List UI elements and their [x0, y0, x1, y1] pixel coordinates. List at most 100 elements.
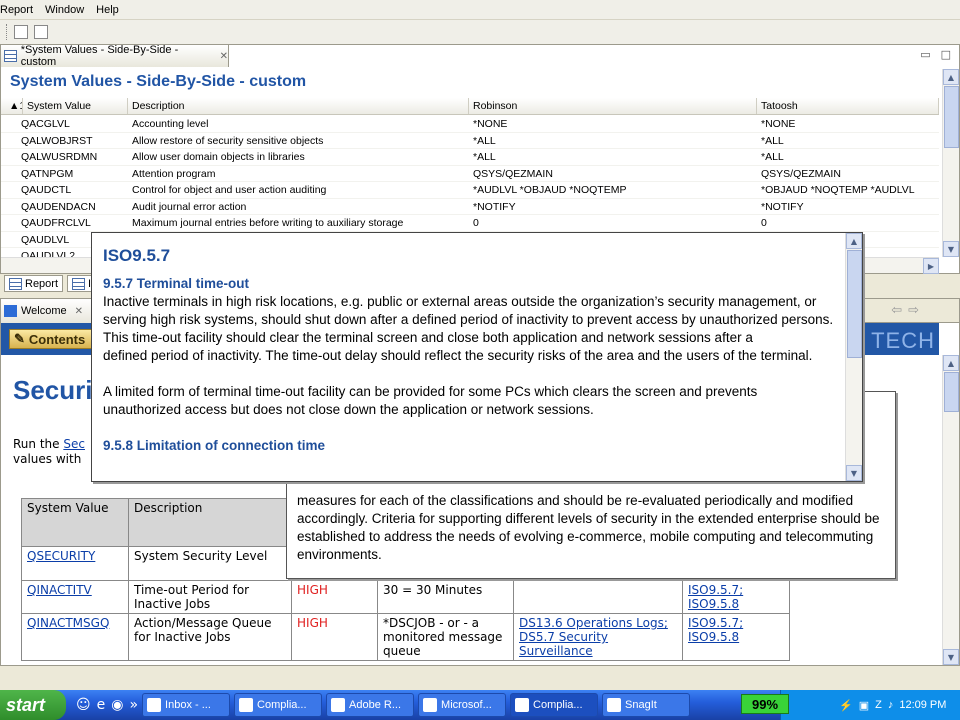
task-microsoft[interactable]: Microsof...: [418, 693, 507, 717]
popup-subtitle: 9.5.7 Terminal time-out: [103, 276, 250, 291]
table-row[interactable]: QATNPGM Attention program QSYS/QEZMAIN QSYS…: [1, 166, 939, 182]
table-row: QINACTITV Time-out Period for Inactive J…: [21, 580, 790, 614]
start-button[interactable]: start: [0, 690, 66, 720]
cell-robinson: *NONE: [473, 118, 508, 130]
scroll-up-icon[interactable]: ▲: [943, 69, 959, 85]
power-icon[interactable]: ⚡: [839, 699, 853, 712]
battery-indicator: 99%: [741, 694, 789, 714]
link-cobit[interactable]: DS13.6 Operations Logs; DS5.7 Security S…: [519, 616, 668, 658]
menu-help[interactable]: Help: [96, 4, 123, 16]
outlook-icon[interactable]: ◉: [111, 697, 123, 713]
cell-desc: Action/Message Queue for Inactive Jobs: [128, 613, 292, 661]
snagit-icon: [607, 698, 622, 712]
tab-welcome[interactable]: Welcome ✕: [1, 299, 93, 323]
task-complia-2[interactable]: Complia...: [510, 693, 599, 717]
forward-icon[interactable]: ⇨: [908, 303, 919, 318]
task-label: Complia...: [533, 699, 583, 711]
col-description[interactable]: Description: [128, 98, 469, 114]
th-description: Description: [128, 498, 292, 547]
ie-icon[interactable]: e: [97, 697, 106, 713]
col-system-value[interactable]: System Value: [23, 98, 128, 114]
cell-desc: Time-out Period for Inactive Jobs: [128, 580, 292, 614]
task-inbox[interactable]: Inbox - ...: [142, 693, 231, 717]
nav-arrows: ⇦ ⇨: [891, 303, 919, 318]
book-icon: ✎: [14, 331, 25, 346]
table-row[interactable]: QALWOBJRST Allow restore of security sens…: [1, 133, 939, 149]
table-row[interactable]: QALWUSRDMN Allow user domain objects in l…: [1, 149, 939, 166]
table-row[interactable]: QAUDCTL Control for object and user actio…: [1, 182, 939, 199]
zonealarm-icon[interactable]: Z: [875, 699, 882, 711]
task-adobe[interactable]: Adobe R...: [326, 693, 415, 717]
scroll-thumb[interactable]: [847, 250, 862, 358]
intro-link[interactable]: Sec: [63, 437, 85, 451]
network-icon[interactable]: ▣: [859, 699, 869, 712]
cell-risk: HIGH: [291, 580, 378, 614]
scroll-down-icon[interactable]: ▼: [943, 241, 959, 257]
popup-back-text: measures for each of the classifications…: [297, 493, 880, 562]
menu-report[interactable]: Report: [0, 4, 37, 16]
sort-indicator[interactable]: ▲1: [1, 98, 23, 114]
toolbar-grip: [6, 24, 8, 40]
grid-header: ▲1 System Value Description Robinson Tat…: [1, 98, 939, 115]
toolbar: [0, 20, 960, 44]
quicklaunch-icon[interactable]: ☺: [76, 697, 91, 713]
tab-report[interactable]: Report: [4, 275, 64, 292]
more-icon[interactable]: »: [129, 697, 138, 713]
task-label: Inbox - ...: [165, 699, 211, 711]
scroll-down-icon[interactable]: ▼: [846, 465, 862, 481]
contents-button[interactable]: ✎ Contents: [9, 329, 95, 349]
cell-description: Maximum journal entries before writing t…: [132, 217, 404, 229]
scroll-up-icon[interactable]: ▲: [846, 233, 862, 249]
popup-vscroll[interactable]: ▲ ▼: [845, 233, 862, 481]
minimize-icon[interactable]: ▭: [920, 48, 930, 61]
task-complia-1[interactable]: Complia...: [234, 693, 323, 717]
volume-icon[interactable]: ♪: [888, 699, 894, 711]
scroll-up-icon[interactable]: ▲: [943, 355, 959, 371]
col-tatoosh[interactable]: Tatoosh: [757, 98, 939, 114]
table-icon: [4, 50, 17, 62]
cell-tatoosh: *ALL: [761, 151, 784, 163]
menu-window[interactable]: Window: [45, 4, 88, 16]
close-icon[interactable]: ✕: [220, 51, 228, 62]
popup-title: ISO9.5.7: [103, 246, 171, 265]
link-qsecurity[interactable]: QSECURITY: [27, 549, 95, 563]
grid-vscroll[interactable]: ▲ ▼: [942, 69, 959, 257]
close-icon[interactable]: ✕: [75, 306, 83, 317]
cell-system-value: QACGLVL: [21, 118, 70, 130]
new-icon[interactable]: [14, 25, 28, 39]
task-label: Complia...: [257, 699, 307, 711]
table-row[interactable]: QACGLVL Accounting level *NONE *NONE: [1, 116, 939, 133]
table-row[interactable]: QAUDENDACN Audit journal error action *NOT…: [1, 199, 939, 215]
office-icon: [423, 698, 438, 712]
back-icon[interactable]: ⇦: [891, 303, 902, 318]
popup-para-1: Inactive terminals in high risk location…: [103, 294, 834, 345]
table-icon: [72, 277, 86, 290]
tooltip-popup-iso: ISO9.5.7 9.5.7 Terminal time-out Inactiv…: [91, 232, 863, 482]
maximize-icon[interactable]: □: [941, 48, 951, 61]
tab-report-label: Report: [25, 277, 59, 290]
cell-robinson: QSYS/QEZMAIN: [473, 167, 553, 180]
scroll-down-icon[interactable]: ▼: [943, 649, 959, 665]
col-robinson[interactable]: Robinson: [469, 98, 757, 114]
cell-description: Allow restore of security sensitive obje…: [132, 134, 324, 147]
scroll-thumb[interactable]: [944, 372, 959, 412]
cell-tatoosh: *NOTIFY: [761, 200, 804, 213]
cell-setting: *DSCJOB - or - a monitored message queue: [377, 613, 514, 661]
task-snagit[interactable]: SnagIt: [602, 693, 691, 717]
welcome-vscroll[interactable]: ▲ ▼: [942, 355, 959, 665]
scroll-thumb[interactable]: [944, 86, 959, 148]
table-row[interactable]: QAUDFRCLVL Maximum journal entries before…: [1, 215, 939, 232]
tab-system-values[interactable]: *System Values - Side-By-Side - custom ✕: [1, 44, 229, 68]
menu-bar: Report Window Help: [0, 0, 960, 20]
link-qinactmsgq[interactable]: QINACTMSGQ: [27, 616, 109, 630]
clock[interactable]: 12:09 PM: [899, 699, 946, 711]
task-label: Microsof...: [441, 699, 492, 711]
scroll-right-icon[interactable]: ▶: [923, 258, 939, 274]
link-iso[interactable]: ISO9.5.7; ISO9.5.8: [688, 583, 743, 611]
open-icon[interactable]: [34, 25, 48, 39]
link-qinactitv[interactable]: QINACTITV: [27, 583, 92, 597]
cell-tatoosh: QSYS/QEZMAIN: [761, 167, 841, 180]
cell-system-value: QAUDCTL: [21, 184, 72, 196]
link-iso[interactable]: ISO9.5.7; ISO9.5.8: [688, 616, 743, 644]
cell-system-value: QAUDFRCLVL: [21, 217, 91, 229]
